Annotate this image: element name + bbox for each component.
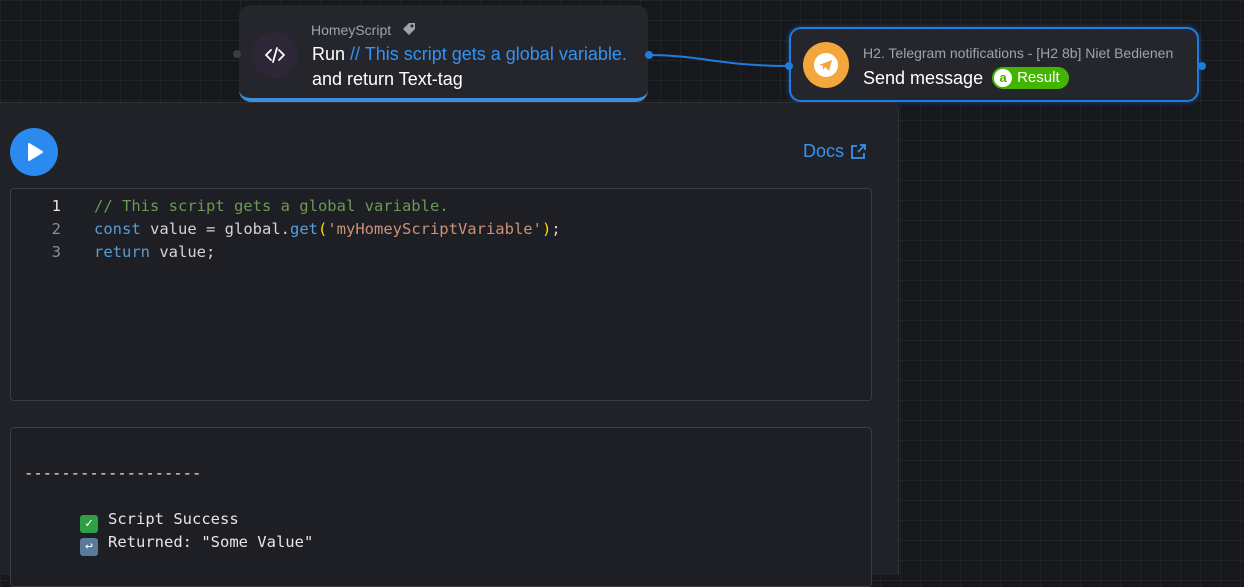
output-returned-line: ↩ Returned: "Some Value"	[24, 508, 313, 556]
card-app-name: H2. Telegram notifications - [H2 8b] Nie…	[863, 45, 1174, 61]
code-token: const	[94, 220, 141, 238]
card-title: Run // This script gets a global variabl…	[312, 44, 627, 89]
output-port[interactable]	[1198, 62, 1206, 70]
code-token: )	[541, 220, 552, 238]
code-text: // This script gets a global variable.	[94, 195, 449, 218]
input-port[interactable]	[785, 62, 793, 70]
docs-link[interactable]: Docs	[803, 141, 867, 162]
line-number: 2	[51, 220, 61, 238]
code-text: return value;	[94, 241, 215, 264]
script-output: ------------------- ✓ Script Success ↩ Ret…	[10, 427, 872, 587]
card-app-name: HomeyScript	[311, 21, 417, 40]
script-editor-panel: Docs 1 // This script gets a global varia…	[0, 102, 899, 587]
run-script-button[interactable]	[10, 128, 58, 176]
code-editor[interactable]: 1 // This script gets a global variable. 2…	[10, 188, 872, 401]
code-text: const value = global.get('myHomeyScriptV…	[94, 218, 561, 241]
line-number: 3	[51, 243, 61, 261]
code-token: // This script gets a global variable.	[94, 197, 449, 215]
code-line[interactable]: 2 const value = global.get('myHomeyScript…	[11, 218, 871, 241]
code-token: (	[317, 220, 328, 238]
return-arrow-icon: ↩	[80, 538, 98, 556]
telegram-flow-card[interactable]: H2. Telegram notifications - [H2 8b] Nie…	[785, 27, 1206, 102]
line-number: 1	[51, 197, 61, 215]
code-token: value = global.	[140, 220, 290, 238]
input-port[interactable]	[233, 50, 241, 58]
code-token: ;	[551, 220, 561, 238]
code-token: get	[289, 220, 318, 238]
homeyscript-flow-card[interactable]: HomeyScript Run // This script gets a gl…	[233, 5, 653, 102]
script-name-token[interactable]: // This script gets a global variable.	[350, 44, 627, 64]
output-separator: -------------------	[24, 464, 202, 482]
code-token: return	[94, 243, 150, 261]
output-port[interactable]	[645, 51, 653, 59]
result-token[interactable]: a Result	[992, 66, 1069, 89]
output-success-line: ✓ Script Success	[24, 485, 239, 533]
code-line[interactable]: 3 return value;	[11, 241, 871, 264]
card-title: Send message a Result	[863, 66, 1069, 91]
code-line[interactable]: 1 // This script gets a global variable.	[11, 195, 871, 218]
external-link-icon	[851, 144, 866, 159]
code-token: 'myHomeyScriptVariable'	[327, 220, 542, 238]
text-token-icon: a	[994, 68, 1013, 87]
tag-icon	[401, 21, 417, 40]
code-token: value;	[150, 243, 216, 261]
play-icon	[28, 143, 43, 161]
telegram-send-icon	[803, 42, 849, 88]
code-icon	[252, 32, 298, 78]
